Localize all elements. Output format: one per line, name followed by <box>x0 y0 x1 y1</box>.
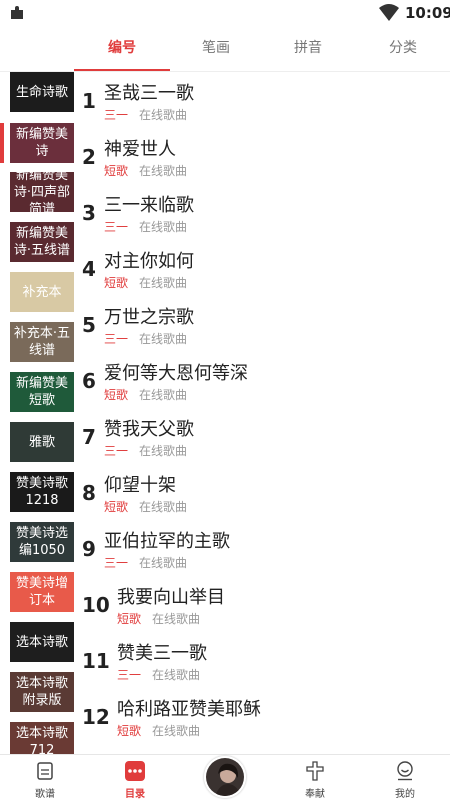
sidebar-item-hymnbook[interactable]: 雅歌 <box>10 422 74 462</box>
song-number: 2 <box>82 145 96 169</box>
sidebar-item-hymnbook[interactable]: 赞美诗增订本 <box>10 572 74 612</box>
sidebar-item-hymnbook[interactable]: 选本诗歌712 <box>10 722 74 754</box>
sort-tabs: 编号 笔画 拼音 分类 <box>0 30 450 72</box>
song-tag: 三一 <box>104 108 129 122</box>
song-type: 在线歌曲 <box>139 444 188 458</box>
song-number: 3 <box>82 201 96 225</box>
song-title: 神爱世人 <box>104 139 176 160</box>
song-list: 1 圣哉三一歌 三一 在线歌曲 2 神爱世人 短歌 在线歌曲 3 三一来临歌 三… <box>80 72 450 754</box>
sidebar-item-hymnbook[interactable]: 新编赞美短歌 <box>10 372 74 412</box>
song-type: 在线歌曲 <box>139 388 188 402</box>
song-title: 爱何等大恩何等深 <box>104 363 248 384</box>
song-tag: 三一 <box>104 444 129 458</box>
song-number: 9 <box>82 537 96 561</box>
song-type: 在线歌曲 <box>152 668 201 682</box>
tab-pinyin[interactable]: 拼音 <box>260 30 356 72</box>
song-title: 亚伯拉罕的主歌 <box>104 531 230 552</box>
song-tag: 三一 <box>104 220 129 234</box>
song-number: 8 <box>82 481 96 505</box>
tab-category[interactable]: 分类 <box>355 30 450 72</box>
sidebar-item-hymnbook[interactable]: 补充本 <box>10 272 74 312</box>
song-tag: 短歌 <box>104 388 129 402</box>
song-type: 在线歌曲 <box>152 724 201 738</box>
song-tag: 短歌 <box>117 612 142 626</box>
profile-icon <box>397 761 413 781</box>
song-tag: 三一 <box>104 556 129 570</box>
song-row[interactable]: 8 仰望十架 短歌 在线歌曲 <box>80 464 450 520</box>
song-title: 赞美三一歌 <box>117 643 207 664</box>
nav-label: 目录 <box>125 789 145 800</box>
song-type: 在线歌曲 <box>139 556 188 570</box>
sidebar-item-hymnbook[interactable]: 选本诗歌 <box>10 622 74 662</box>
nav-label: 我的 <box>395 789 415 800</box>
puzzle-icon <box>11 6 23 19</box>
song-row[interactable]: 2 神爱世人 短歌 在线歌曲 <box>80 128 450 184</box>
clock: 10:09 <box>405 4 450 22</box>
song-row[interactable]: 1 圣哉三一歌 三一 在线歌曲 <box>80 72 450 128</box>
song-title: 对主你如何 <box>104 251 194 272</box>
nav-sheet-music[interactable]: 歌谱 <box>10 755 80 800</box>
song-number: 10 <box>82 593 110 617</box>
song-number: 6 <box>82 369 96 393</box>
nav-label: 歌谱 <box>35 789 55 800</box>
song-type: 在线歌曲 <box>152 612 201 626</box>
song-number: 12 <box>82 705 110 729</box>
status-bar: 10:09 <box>0 0 450 28</box>
sidebar-item-hymnbook[interactable]: 赞美诗选编1050 <box>10 522 74 562</box>
song-tag: 短歌 <box>117 724 142 738</box>
sidebar-item-hymnbook[interactable]: 新编赞美诗·五线谱 <box>10 222 74 262</box>
song-title: 万世之宗歌 <box>104 307 194 328</box>
song-type: 在线歌曲 <box>139 164 188 178</box>
song-number: 4 <box>82 257 96 281</box>
sidebar-item-hymnbook[interactable]: 补充本·五线谱 <box>10 322 74 362</box>
song-type: 在线歌曲 <box>139 108 188 122</box>
song-title: 三一来临歌 <box>104 195 194 216</box>
song-number: 7 <box>82 425 96 449</box>
song-row[interactable]: 7 赞我天父歌 三一 在线歌曲 <box>80 408 450 464</box>
sidebar-item-hymnbook[interactable]: 选本诗歌附录版 <box>10 672 74 712</box>
song-row[interactable]: 11 赞美三一歌 三一 在线歌曲 <box>80 632 450 688</box>
song-row[interactable]: 3 三一来临歌 三一 在线歌曲 <box>80 184 450 240</box>
song-title: 仰望十架 <box>104 475 176 496</box>
tab-strokes[interactable]: 笔画 <box>168 30 264 72</box>
nav-label: 奉献 <box>305 789 325 800</box>
wifi-icon <box>379 4 399 21</box>
sidebar-item-hymnbook[interactable]: 赞美诗歌1218 <box>10 472 74 512</box>
song-row[interactable]: 5 万世之宗歌 三一 在线歌曲 <box>80 296 450 352</box>
song-type: 在线歌曲 <box>139 500 188 514</box>
song-tag: 三一 <box>104 332 129 346</box>
song-row[interactable]: 4 对主你如何 短歌 在线歌曲 <box>80 240 450 296</box>
song-number: 1 <box>82 89 96 113</box>
cross-icon <box>306 761 324 781</box>
song-type: 在线歌曲 <box>139 220 188 234</box>
avatar[interactable] <box>204 756 246 798</box>
song-row[interactable]: 9 亚伯拉罕的主歌 三一 在线歌曲 <box>80 520 450 576</box>
hymnbook-sidebar: 生命诗歌 新编赞美诗 新编赞美诗·四声部简谱 新编赞美诗·五线谱 补充本 补充本… <box>0 72 80 754</box>
song-title: 哈利路亚赞美耶稣 <box>117 699 261 720</box>
menu-dots-icon <box>125 761 145 781</box>
nav-mine[interactable]: 我的 <box>370 755 440 800</box>
nav-catalog[interactable]: 目录 <box>100 755 170 800</box>
song-tag: 短歌 <box>104 500 129 514</box>
song-number: 5 <box>82 313 96 337</box>
song-title: 我要向山举目 <box>117 587 225 608</box>
nav-offering[interactable]: 奉献 <box>280 755 350 800</box>
song-tag: 三一 <box>117 668 142 682</box>
sidebar-item-hymnbook[interactable]: 新编赞美诗 <box>10 123 74 163</box>
song-row[interactable]: 6 爱何等大恩何等深 短歌 在线歌曲 <box>80 352 450 408</box>
sidebar-item-hymnbook[interactable]: 生命诗歌 <box>10 72 74 112</box>
song-tag: 短歌 <box>104 276 129 290</box>
document-icon <box>37 762 53 780</box>
tab-number[interactable]: 编号 <box>74 30 170 72</box>
song-title: 圣哉三一歌 <box>104 83 194 104</box>
song-row[interactable]: 12 哈利路亚赞美耶稣 短歌 在线歌曲 <box>80 688 450 744</box>
song-tag: 短歌 <box>104 164 129 178</box>
song-type: 在线歌曲 <box>139 332 188 346</box>
song-type: 在线歌曲 <box>139 276 188 290</box>
song-number: 11 <box>82 649 110 673</box>
active-category-marker <box>0 123 4 163</box>
song-row[interactable]: 10 我要向山举目 短歌 在线歌曲 <box>80 576 450 632</box>
song-title: 赞我天父歌 <box>104 419 194 440</box>
sidebar-item-hymnbook[interactable]: 新编赞美诗·四声部简谱 <box>10 172 74 212</box>
